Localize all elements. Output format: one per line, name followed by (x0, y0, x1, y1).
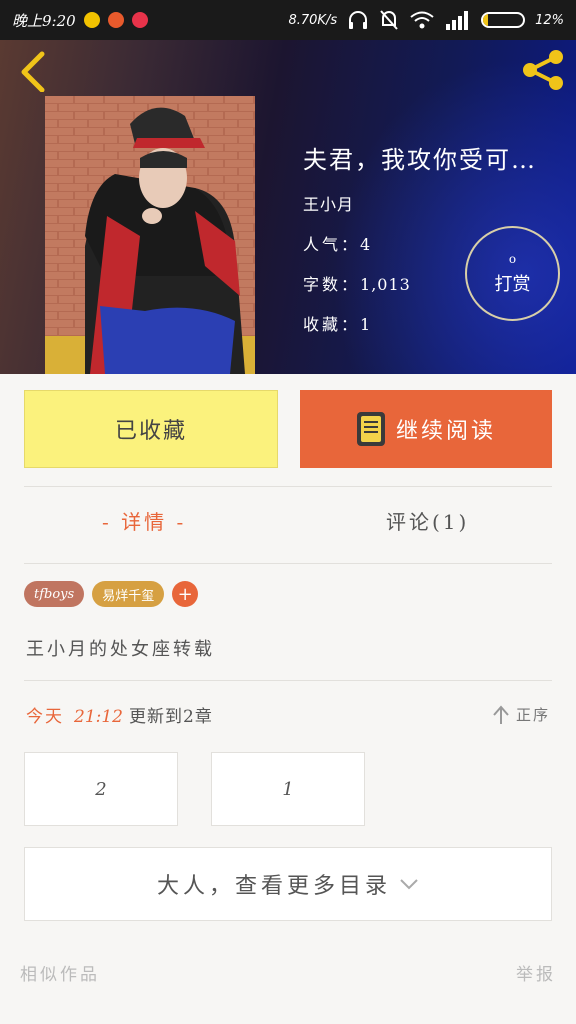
update-day: 今天 (26, 707, 64, 727)
notification-app-icon (83, 12, 100, 28)
update-text: 更新到2章 (129, 707, 213, 727)
book-header: 夫君，我攻你受可… 王小月 人气：4 字数：1,013 收藏：1 o 打赏 (0, 40, 576, 374)
wifi-icon (410, 11, 434, 29)
update-time: 21:12 (74, 707, 123, 727)
tip-button[interactable]: o 打赏 (465, 226, 560, 321)
tab-detail[interactable]: - 详情 - (102, 506, 186, 535)
favorites-label: 收藏： (303, 315, 361, 334)
tag-chip[interactable]: 易烊千玺 (92, 581, 165, 607)
book-title: 夫君，我攻你受可… (303, 146, 537, 174)
tab-comments[interactable]: 评论(1) (386, 506, 469, 535)
coin-icon: o (508, 251, 517, 266)
sort-order-button[interactable]: 正序 (492, 704, 550, 725)
book-icon (356, 412, 385, 446)
share-icon (523, 50, 563, 90)
continue-reading-button[interactable]: 继续阅读 (300, 390, 552, 468)
report-button[interactable]: 举报 (516, 960, 556, 985)
more-toc-label: 大人，查看更多目录 (156, 874, 391, 899)
signal-icon (446, 11, 469, 30)
favorited-button[interactable]: 已收藏 (24, 390, 278, 468)
continue-reading-label: 继续阅读 (395, 419, 496, 444)
tag-chip[interactable]: tfboys (24, 581, 85, 607)
favorites-value: 1 (360, 315, 372, 334)
battery-icon (481, 12, 526, 28)
arrow-up-icon (493, 704, 509, 724)
word-count-label: 字数： (303, 275, 361, 294)
divider (24, 486, 552, 487)
tag-list: tfboys 易烊千玺 + (24, 581, 199, 607)
book-description: 王小月的处女座转载 (26, 639, 215, 660)
favorited-label: 已收藏 (114, 419, 187, 444)
cover-image (45, 96, 255, 374)
divider (24, 680, 552, 681)
chevron-down-icon (400, 879, 418, 890)
book-author[interactable]: 王小月 (303, 191, 573, 215)
book-cover[interactable] (45, 96, 255, 374)
update-info: 今天 21:12 更新到2章 (26, 702, 213, 727)
chapter-item[interactable]: 1 (211, 752, 365, 826)
battery-percent: 12% (535, 12, 564, 28)
divider (24, 563, 552, 564)
net-speed: 8.70K/s (288, 12, 338, 28)
similar-works-heading: 相似作品 (20, 965, 100, 985)
share-button[interactable] (520, 50, 566, 90)
word-count-value: 1,013 (360, 275, 411, 294)
headset-icon (349, 11, 368, 29)
mute-icon (380, 10, 398, 30)
chapter-item[interactable]: 2 (24, 752, 178, 826)
sort-label: 正序 (515, 706, 550, 724)
more-toc-button[interactable]: 大人，查看更多目录 (24, 847, 552, 921)
music-app-icon (131, 12, 148, 28)
chevron-left-icon (21, 51, 45, 93)
weibo-icon (107, 12, 124, 28)
status-time: 晚上9:20 (12, 11, 76, 30)
popularity-value: 4 (360, 235, 372, 254)
popularity-label: 人气： (303, 235, 361, 254)
add-tag-button[interactable]: + (172, 581, 199, 607)
status-bar: 晚上9:20 8.70K/s 12% (0, 0, 576, 40)
tip-label: 打赏 (494, 273, 531, 295)
back-button[interactable] (12, 48, 56, 93)
